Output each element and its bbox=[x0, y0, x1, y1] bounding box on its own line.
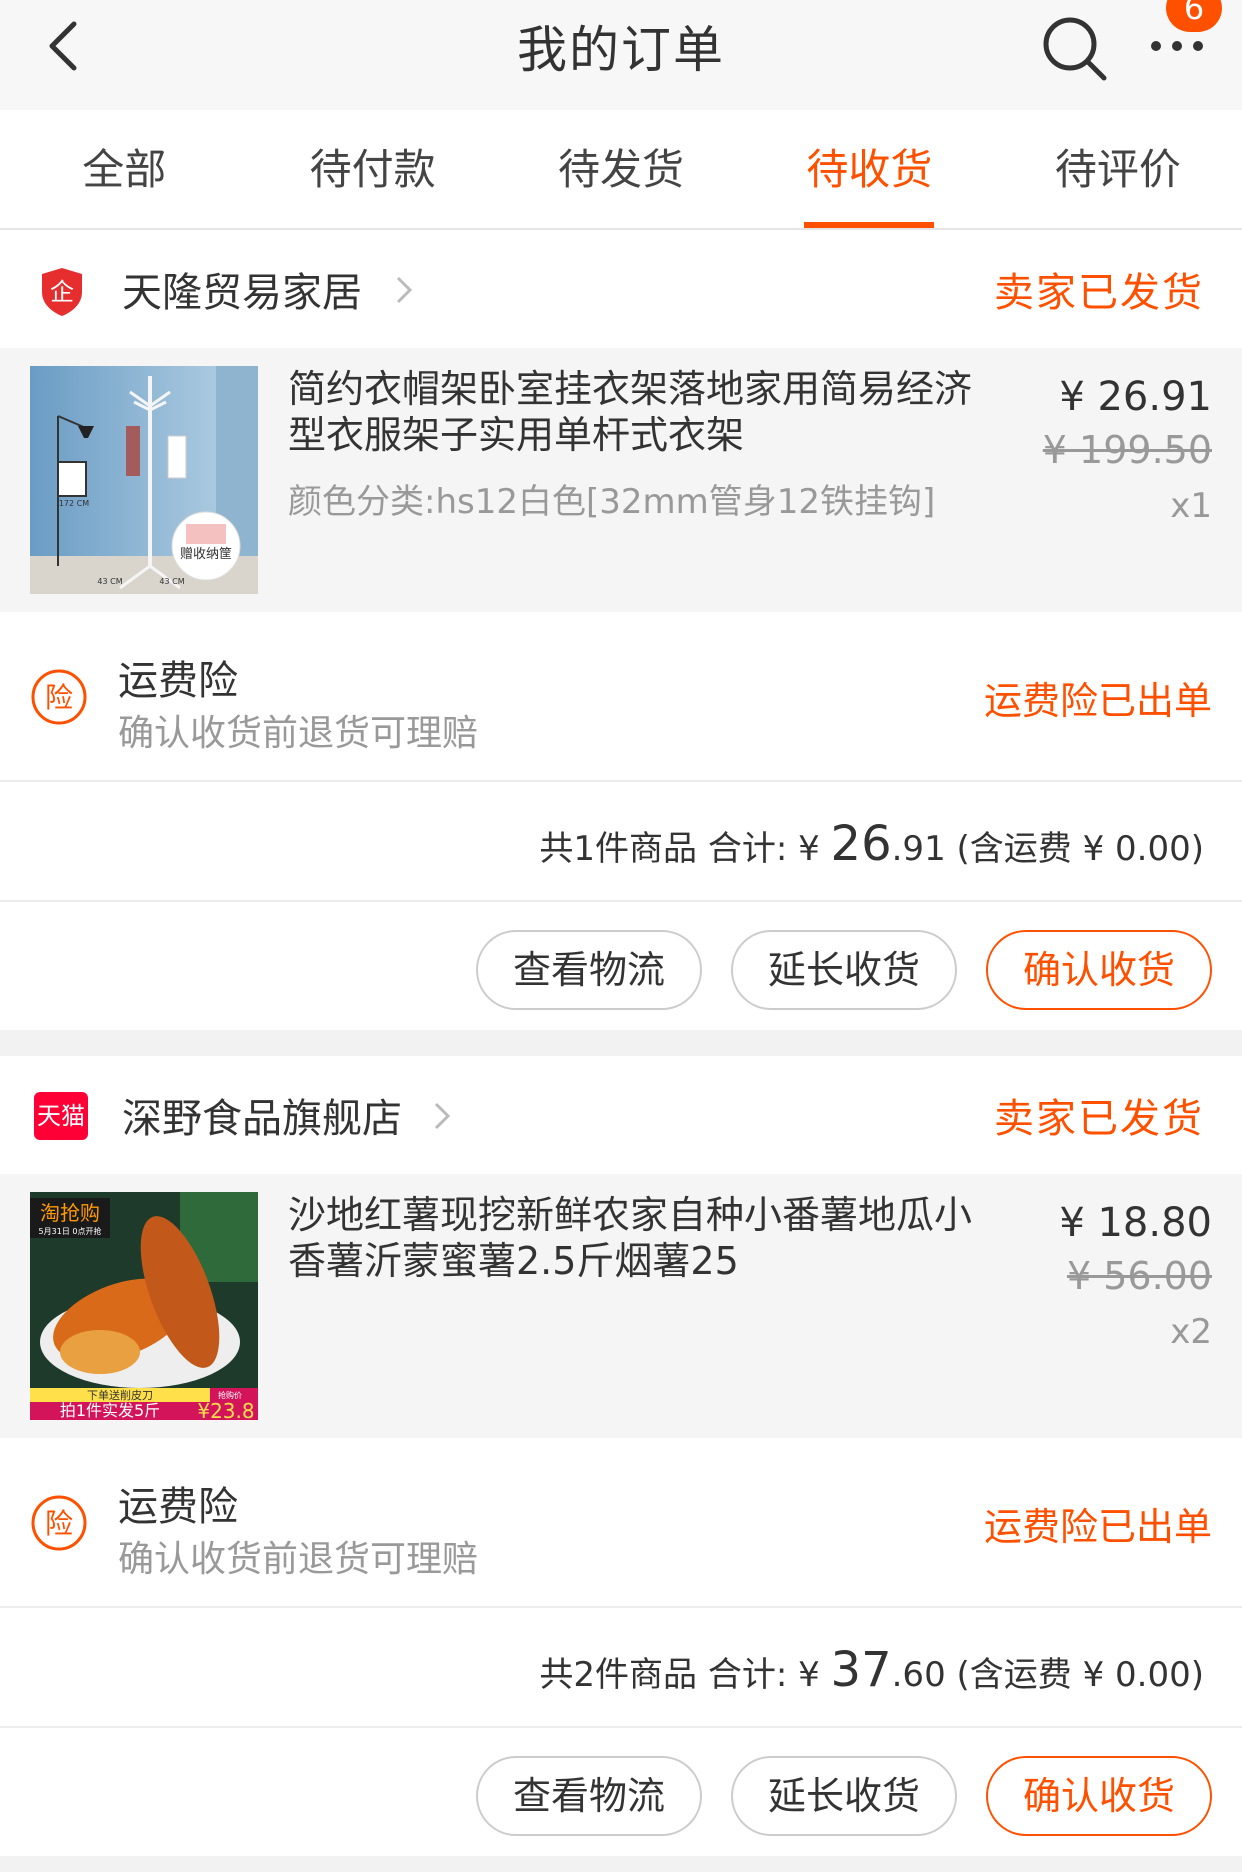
order-status: 卖家已发货 bbox=[994, 270, 1204, 316]
insurance-status: 运费险已出单 bbox=[983, 679, 1212, 723]
quantity: x2 bbox=[1170, 1312, 1212, 1352]
original-price: ¥ 56.00 bbox=[1066, 1254, 1212, 1298]
shop-name[interactable]: 深野食品旗舰店 bbox=[122, 1086, 402, 1144]
product-spec: 颜色分类:hs12白色[32mm管身12铁挂钩] bbox=[288, 482, 936, 522]
product-title[interactable]: 沙地红薯现挖新鲜农家自种小番薯地瓜小香薯沂蒙蜜薯2.5斤烟薯25 bbox=[288, 1192, 988, 1284]
order-card: 企 天隆贸易家居 卖家已发货 赠收纳筐 172 CM 43 CM 43 CM 简… bbox=[0, 230, 1242, 1030]
quantity: x1 bbox=[1170, 486, 1212, 526]
search-icon[interactable] bbox=[1038, 12, 1110, 84]
order-actions: 查看物流 延长收货 确认收货 bbox=[0, 1728, 1242, 1856]
order-total-row: 共1件商品 合计: ¥ 26.91 (含运费 ¥ 0.00) bbox=[0, 782, 1242, 902]
tmall-icon: 天猫 bbox=[34, 1092, 88, 1140]
chevron-right-icon bbox=[392, 270, 418, 310]
height-label: 172 CM bbox=[59, 499, 89, 508]
product-thumbnail[interactable]: 淘抢购 5月31日 0点开抢 下单送削皮刀 拍1件实发5斤 抢购价 ¥23.8 bbox=[30, 1192, 258, 1420]
promo-label: 淘抢购 bbox=[40, 1201, 100, 1225]
tab-pending-receipt[interactable]: 待收货 bbox=[745, 110, 993, 228]
tab-pending-review[interactable]: 待评价 bbox=[994, 110, 1242, 228]
price-column: ¥ 26.91 ¥ 199.50 x1 bbox=[1043, 374, 1212, 526]
svg-text:险: 险 bbox=[45, 1507, 73, 1540]
order-status: 卖家已发货 bbox=[994, 1096, 1204, 1142]
enterprise-shield-icon: 企 bbox=[38, 266, 86, 318]
current-price: ¥ 26.91 bbox=[1059, 374, 1212, 420]
gift-label: 赠收纳筐 bbox=[180, 546, 232, 562]
order-status-tabs: 全部 待付款 待发货 待收货 待评价 bbox=[0, 110, 1242, 230]
order-total: 共1件商品 合计: ¥ 26.91 (含运费 ¥ 0.00) bbox=[539, 816, 1204, 872]
order-card: 天猫 深野食品旗舰店 卖家已发货 淘抢购 5月31日 0点开抢 下单送削皮刀 拍… bbox=[0, 1056, 1242, 1856]
insurance-title: 运费险 bbox=[118, 1484, 238, 1530]
insurance-icon: 险 bbox=[30, 1494, 88, 1552]
confirm-receipt-button[interactable]: 确认收货 bbox=[986, 1756, 1212, 1836]
tab-pending-payment[interactable]: 待付款 bbox=[248, 110, 496, 228]
order-item[interactable]: 赠收纳筐 172 CM 43 CM 43 CM 简约衣帽架卧室挂衣架落地家用简易… bbox=[0, 348, 1242, 612]
banner-top-label: 下单送削皮刀 bbox=[87, 1388, 153, 1402]
view-logistics-button[interactable]: 查看物流 bbox=[476, 1756, 702, 1836]
insurance-desc: 确认收货前退货可理赔 bbox=[118, 713, 479, 754]
original-price: ¥ 199.50 bbox=[1042, 428, 1212, 472]
confirm-receipt-button[interactable]: 确认收货 bbox=[986, 930, 1212, 1010]
shipping-insurance-row: 险 运费险 确认收货前退货可理赔 运费险已出单 bbox=[0, 612, 1242, 782]
banner-bottom-label: 拍1件实发5斤 bbox=[60, 1401, 160, 1420]
order-total-row: 共2件商品 合计: ¥ 37.60 (含运费 ¥ 0.00) bbox=[0, 1608, 1242, 1728]
shop-name[interactable]: 天隆贸易家居 bbox=[122, 260, 362, 318]
tab-all[interactable]: 全部 bbox=[0, 110, 248, 228]
tab-pending-shipment[interactable]: 待发货 bbox=[497, 110, 745, 228]
top-nav-bar: 我的订单 6 bbox=[0, 0, 1242, 110]
price-tag: ¥23.8 bbox=[197, 1399, 254, 1420]
shop-header[interactable]: 天猫 深野食品旗舰店 卖家已发货 bbox=[0, 1056, 1242, 1174]
insurance-title: 运费险 bbox=[118, 658, 238, 704]
insurance-icon: 险 bbox=[30, 668, 88, 726]
extend-receipt-button[interactable]: 延长收货 bbox=[731, 930, 957, 1010]
svg-text:险: 险 bbox=[45, 681, 73, 714]
view-logistics-button[interactable]: 查看物流 bbox=[476, 930, 702, 1010]
current-price: ¥ 18.80 bbox=[1059, 1200, 1212, 1246]
product-thumbnail[interactable]: 赠收纳筐 172 CM 43 CM 43 CM bbox=[30, 366, 258, 594]
extend-receipt-button[interactable]: 延长收货 bbox=[731, 1756, 957, 1836]
price-column: ¥ 18.80 ¥ 56.00 x2 bbox=[1059, 1200, 1212, 1352]
width-label-b: 43 CM bbox=[159, 577, 184, 586]
svg-text:企: 企 bbox=[50, 278, 74, 306]
chevron-right-icon bbox=[430, 1096, 456, 1136]
order-actions: 查看物流 延长收货 确认收货 bbox=[0, 902, 1242, 1030]
width-label-a: 43 CM bbox=[97, 577, 122, 586]
insurance-status: 运费险已出单 bbox=[983, 1505, 1212, 1549]
order-item[interactable]: 淘抢购 5月31日 0点开抢 下单送削皮刀 拍1件实发5斤 抢购价 ¥23.8 … bbox=[0, 1174, 1242, 1438]
order-total: 共2件商品 合计: ¥ 37.60 (含运费 ¥ 0.00) bbox=[539, 1642, 1204, 1698]
promo-sub-label: 5月31日 0点开抢 bbox=[39, 1226, 102, 1236]
shipping-insurance-row: 险 运费险 确认收货前退货可理赔 运费险已出单 bbox=[0, 1438, 1242, 1608]
product-title[interactable]: 简约衣帽架卧室挂衣架落地家用简易经济型衣服架子实用单杆式衣架 bbox=[288, 366, 988, 458]
insurance-desc: 确认收货前退货可理赔 bbox=[118, 1539, 479, 1580]
shop-header[interactable]: 企 天隆贸易家居 卖家已发货 bbox=[0, 230, 1242, 348]
